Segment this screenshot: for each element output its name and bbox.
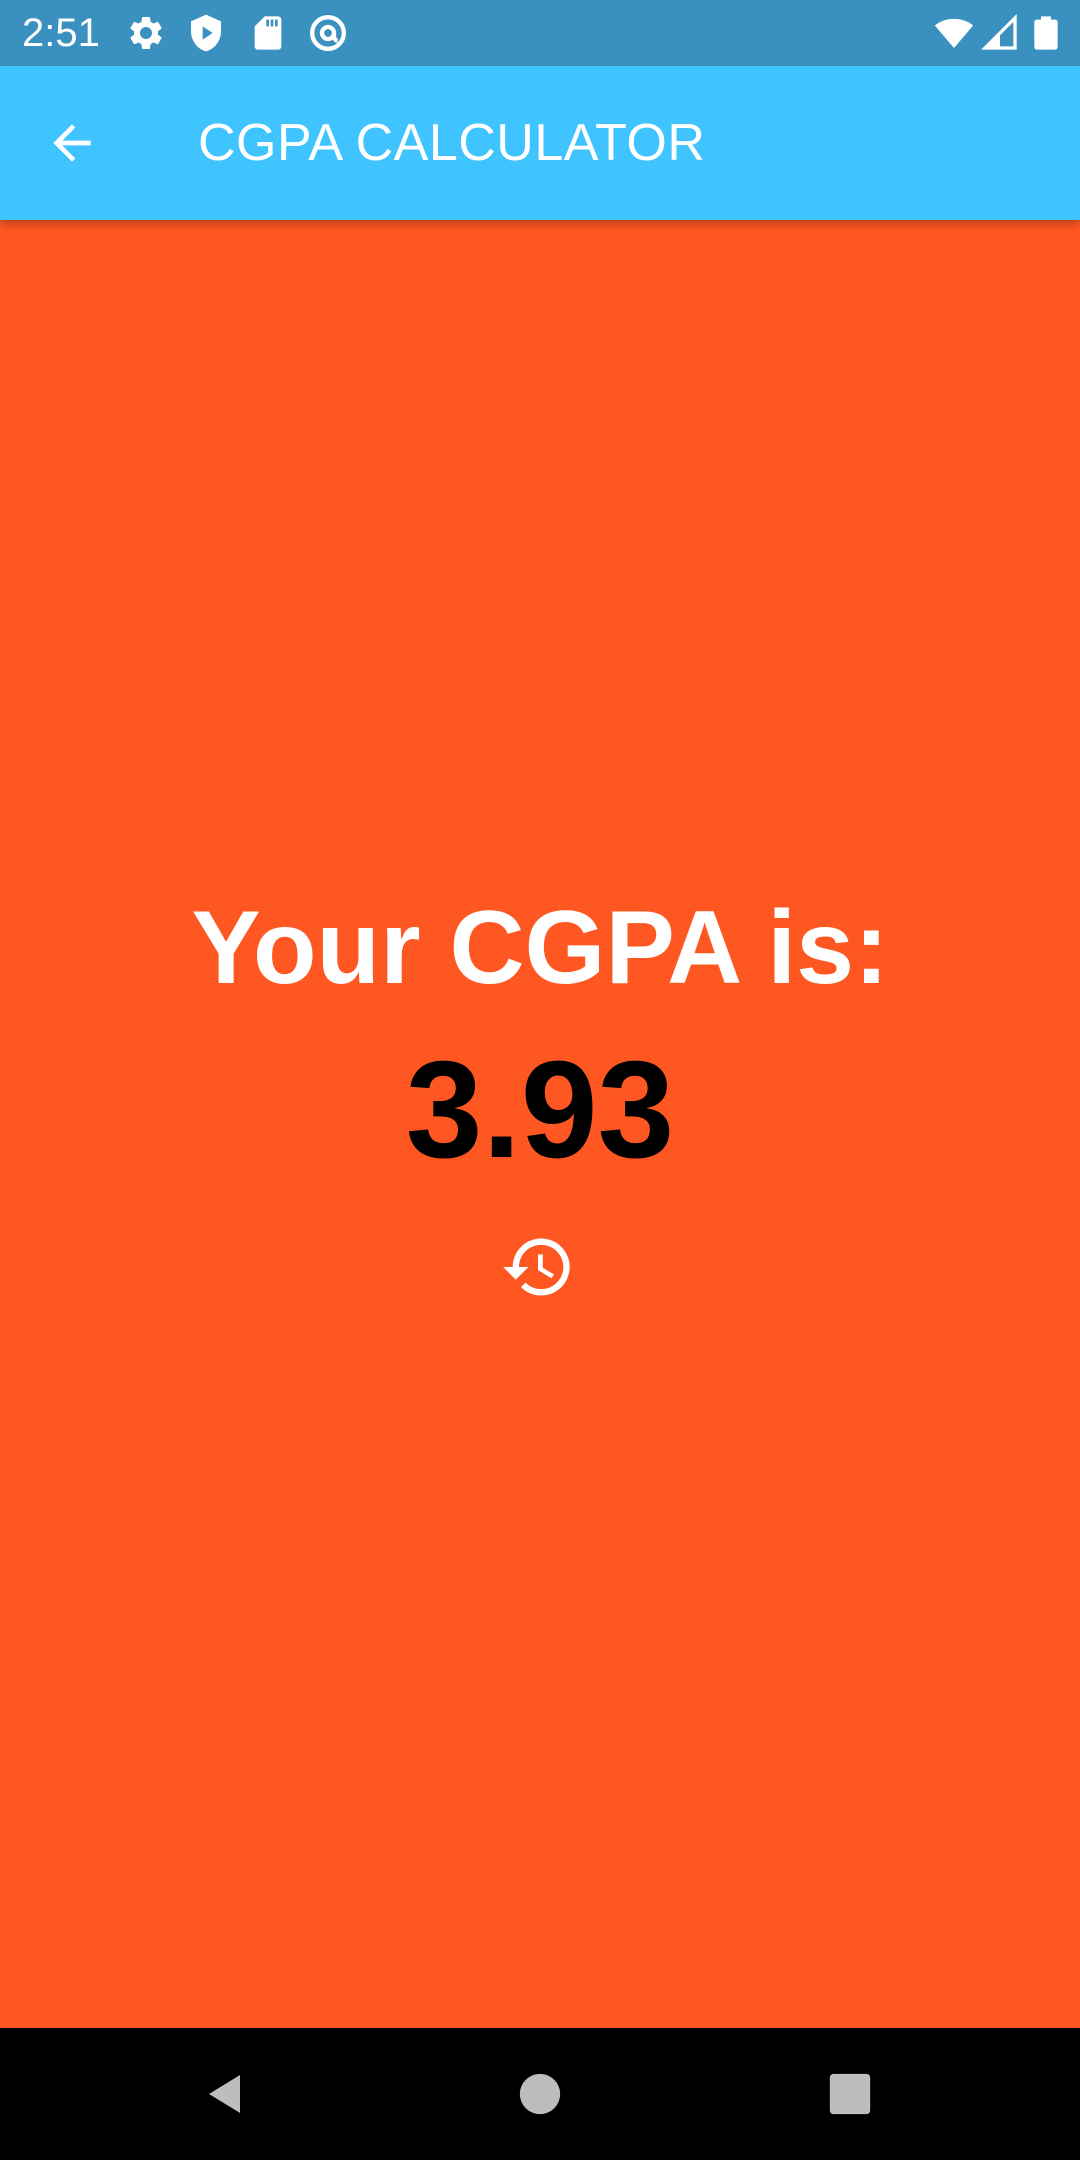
arrow-back-icon bbox=[44, 115, 100, 171]
shield-play-icon bbox=[186, 13, 226, 53]
history-icon bbox=[500, 1229, 576, 1305]
app-bar: CGPA CALCULATOR bbox=[0, 66, 1080, 220]
battery-icon bbox=[1026, 13, 1066, 53]
navigation-bar bbox=[0, 2028, 1080, 2160]
page-title: CGPA CALCULATOR bbox=[198, 114, 706, 172]
home-circle-icon bbox=[518, 2072, 562, 2116]
result-panel: Your CGPA is: 3.93 bbox=[0, 220, 1080, 2028]
cgpa-value: 3.93 bbox=[405, 1033, 675, 1187]
cell-signal-icon bbox=[980, 13, 1020, 53]
screen: 2:51 CGPA CALCULATOR Your CGPA is: 3.93 bbox=[0, 0, 1080, 2160]
status-bar: 2:51 bbox=[0, 0, 1080, 66]
back-triangle-icon bbox=[202, 2070, 250, 2118]
status-time: 2:51 bbox=[22, 11, 100, 55]
history-button[interactable] bbox=[500, 1229, 576, 1305]
at-sign-icon bbox=[308, 13, 348, 53]
recents-square-icon bbox=[828, 2072, 872, 2116]
nav-home-button[interactable] bbox=[500, 2054, 580, 2134]
nav-recents-button[interactable] bbox=[810, 2054, 890, 2134]
wifi-icon bbox=[934, 13, 974, 53]
back-button[interactable] bbox=[40, 111, 104, 175]
nav-back-button[interactable] bbox=[186, 2054, 266, 2134]
result-label: Your CGPA is: bbox=[191, 890, 889, 1006]
sd-card-icon bbox=[248, 13, 288, 53]
gear-icon bbox=[126, 13, 166, 53]
